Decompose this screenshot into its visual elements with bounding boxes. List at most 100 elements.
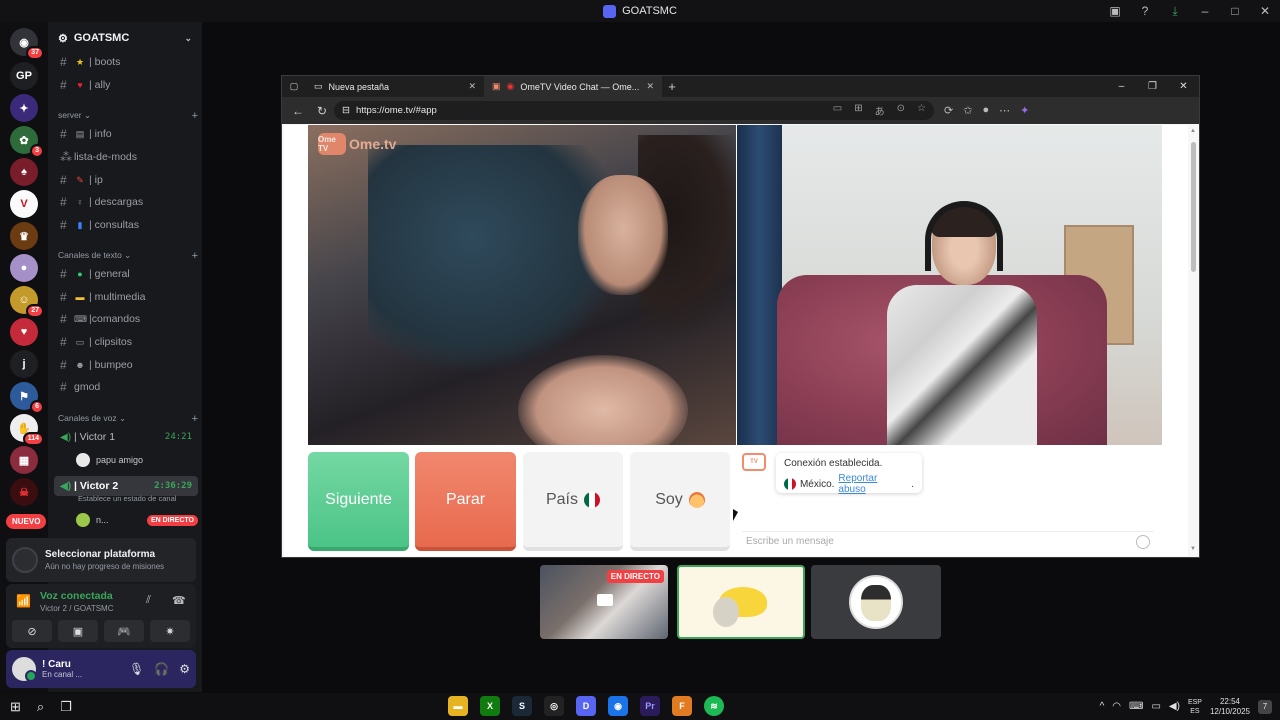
next-button[interactable]: Siguiente: [308, 452, 409, 551]
discord-icon[interactable]: D: [576, 696, 596, 716]
server-icon-5[interactable]: ♠: [10, 158, 38, 186]
channel-status[interactable]: Establece un estado de canal: [78, 494, 176, 503]
close-tab-icon[interactable]: ✕: [646, 81, 654, 92]
voice-channel-victor-1[interactable]: ◀) | Victor 1 24:21: [54, 427, 198, 447]
channel-lista-de-mods[interactable]: ⁂ lista-de-mods: [54, 147, 198, 167]
server-j[interactable]: j: [10, 350, 38, 378]
back-arrow-icon[interactable]: ←: [286, 104, 310, 118]
steam-icon[interactable]: S: [512, 696, 532, 716]
server-icon-8[interactable]: ●: [10, 254, 38, 282]
channel-comandos[interactable]: # ⌨ |comandos: [54, 309, 198, 329]
server-icon-14[interactable]: ▦: [10, 446, 38, 474]
help-icon[interactable]: ?: [1130, 4, 1160, 18]
page-scrollbar[interactable]: ▲ ▼: [1190, 128, 1197, 552]
server-gp[interactable]: GP: [10, 62, 38, 90]
server-icon-3[interactable]: ✦: [10, 94, 38, 122]
notifications-icon[interactable]: 7: [1258, 699, 1272, 714]
channel-gmod[interactable]: # gmod: [54, 377, 198, 397]
server-icon-15[interactable]: ☠: [10, 478, 38, 506]
stop-button[interactable]: Parar: [415, 452, 516, 551]
camera-off-button[interactable]: ⊘: [12, 620, 52, 642]
server-icon-6[interactable]: V: [10, 190, 38, 218]
voice-user[interactable]: papu amigo: [76, 450, 198, 470]
minimize-button[interactable]: –: [1106, 81, 1137, 92]
download-icon[interactable]: ⤓: [1160, 4, 1190, 19]
soundboard-button[interactable]: ✷: [150, 620, 190, 642]
minimize-button[interactable]: –: [1190, 4, 1220, 18]
favorites-icon[interactable]: ✩: [963, 104, 972, 117]
reload-icon[interactable]: ↻: [310, 104, 334, 118]
scroll-up-icon[interactable]: ▲: [1190, 128, 1196, 134]
windows-start-icon[interactable]: ⊞: [10, 699, 21, 715]
add-channel-icon[interactable]: +: [192, 110, 198, 122]
country-button[interactable]: País: [523, 452, 623, 551]
fl-studio-icon[interactable]: F: [672, 696, 692, 716]
add-channel-icon[interactable]: +: [192, 250, 198, 262]
server-icon-12[interactable]: ⚑ 6: [10, 382, 44, 414]
file-explorer-icon[interactable]: ▬: [448, 696, 468, 716]
spotify-icon[interactable]: ≋: [704, 696, 724, 716]
channel-ally[interactable]: # ♥ | ally: [54, 75, 198, 95]
more-tools-icon[interactable]: ⊙: [897, 103, 905, 118]
channel-general[interactable]: # ● | general: [54, 264, 198, 284]
task-view-icon[interactable]: ❐: [60, 699, 72, 715]
maximize-button[interactable]: □: [1220, 4, 1250, 18]
voice-user-live[interactable]: n... EN DIRECTO: [76, 510, 198, 530]
avatar[interactable]: [12, 657, 37, 682]
new-tab-button[interactable]: +: [662, 79, 682, 94]
new-badge[interactable]: NUEVO: [6, 514, 47, 529]
clock[interactable]: 22:54 12/10/2025: [1210, 697, 1250, 717]
camera-icon[interactable]: ▭: [833, 103, 842, 118]
wifi-icon[interactable]: ◠: [1112, 701, 1121, 712]
profile-avatar[interactable]: ●: [982, 104, 989, 117]
headphones-icon[interactable]: 🎧: [154, 662, 169, 676]
server-icon-7[interactable]: ♛: [10, 222, 38, 250]
gender-button[interactable]: Soy: [630, 452, 730, 551]
emoji-icon[interactable]: [1136, 534, 1150, 549]
report-abuse-link[interactable]: Reportar abuso: [838, 473, 907, 495]
translate-icon[interactable]: あ: [875, 103, 885, 118]
restore-button[interactable]: ❐: [1137, 81, 1168, 92]
channel-boots[interactable]: # ★ | boots: [54, 52, 198, 72]
extension-icon[interactable]: ⟳: [944, 104, 953, 117]
settings-gear-icon[interactable]: ⚙: [179, 662, 190, 676]
network-icon[interactable]: ▭: [1151, 701, 1160, 712]
tab-ometv[interactable]: ▣ ◉ OmeTV Video Chat — Ome... ✕: [484, 76, 662, 97]
voice-channel-victor-2[interactable]: ◀) | Victor 2 2:36:29: [54, 476, 198, 496]
category-voice[interactable]: Canales de voz ⌄ +: [58, 413, 198, 425]
microphone-icon[interactable]: 🎙: [129, 662, 144, 676]
channel-clipsitos[interactable]: # ▭ | clipsitos: [54, 332, 198, 352]
premiere-icon[interactable]: Pr: [640, 696, 660, 716]
keyboard-icon[interactable]: ⌨: [1129, 701, 1143, 712]
copilot-icon[interactable]: ✦: [1020, 104, 1029, 117]
server-icon-13[interactable]: ✋ 114: [10, 414, 44, 446]
category-text[interactable]: Canales de texto ⌄ +: [58, 250, 198, 262]
more-menu-icon[interactable]: ⋯: [999, 104, 1010, 117]
obs-icon[interactable]: ◎: [544, 696, 564, 716]
select-platform-panel[interactable]: Seleccionar plataforma Aún no hay progre…: [6, 538, 196, 582]
activities-button[interactable]: 🎮: [104, 620, 144, 642]
close-button[interactable]: ✕: [1168, 81, 1199, 92]
language-indicator[interactable]: ESP ES: [1188, 698, 1202, 716]
add-channel-icon[interactable]: +: [192, 413, 198, 425]
category-server[interactable]: server ⌄ +: [58, 110, 198, 122]
disconnect-icon[interactable]: ☎: [172, 594, 186, 607]
tab-new-tab[interactable]: ▭ Nueva pestaña ✕: [306, 76, 484, 97]
channel-bumpeo[interactable]: # ☻ | bumpeo: [54, 355, 198, 375]
close-button[interactable]: ✕: [1250, 4, 1280, 18]
volume-icon[interactable]: ◀): [1169, 701, 1180, 712]
server-icon-4[interactable]: ✿ 3: [10, 126, 44, 158]
channel-descargas[interactable]: # ♀ | descargas: [54, 192, 198, 212]
server-icon-10[interactable]: ♥: [10, 318, 38, 346]
inbox-icon[interactable]: ▣: [1100, 4, 1130, 18]
stream-preview-live[interactable]: EN DIRECTO: [540, 565, 668, 639]
chevron-up-icon[interactable]: ^: [1100, 701, 1105, 712]
channel-info[interactable]: # ▤ | info: [54, 124, 198, 144]
xbox-icon[interactable]: X: [480, 696, 500, 716]
server-icon-9[interactable]: ☺ 27: [10, 286, 44, 318]
search-icon[interactable]: ⌕: [37, 699, 44, 715]
address-bar[interactable]: ⊟ https://ome.tv/#app ▭ ⊞ あ ⊙ ☆: [334, 101, 934, 120]
channel-ip[interactable]: # ✎ | ip: [54, 170, 198, 190]
direct-messages-button[interactable]: ◉ 37: [10, 28, 44, 60]
participant-tile-selected[interactable]: [677, 565, 805, 639]
